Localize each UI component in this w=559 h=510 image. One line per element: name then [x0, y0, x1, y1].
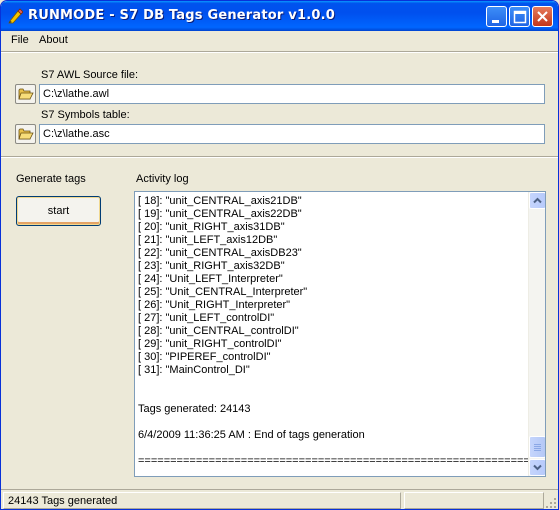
- generate-tags-label: Generate tags: [16, 173, 86, 185]
- minimize-button[interactable]: [486, 6, 507, 27]
- log-line: [ 29]: "unit_RIGHT_controlDI": [138, 338, 282, 350]
- log-line: [ 23]: "unit_RIGHT_axis32DB": [138, 260, 285, 272]
- awl-source-label: S7 AWL Source file:: [41, 69, 139, 81]
- log-line: [ 20]: "unit_RIGHT_axis31DB": [138, 221, 285, 233]
- resize-grip-icon[interactable]: [545, 497, 557, 509]
- log-line: [ 19]: "unit_CENTRAL_axis22DB": [138, 208, 302, 220]
- symbols-table-label: S7 Symbols table:: [41, 109, 130, 121]
- maximize-button[interactable]: [509, 6, 530, 27]
- scroll-up-button[interactable]: [529, 192, 545, 209]
- status-text: 24143 Tags generated: [3, 492, 401, 509]
- app-window: RUNMODE - S7 DB Tags Generator v1.0.0 Fi…: [0, 0, 559, 510]
- title-bar[interactable]: RUNMODE - S7 DB Tags Generator v1.0.0: [1, 1, 558, 31]
- window-title: RUNMODE - S7 DB Tags Generator v1.0.0: [28, 8, 335, 23]
- log-line: [ 22]: "unit_CENTRAL_axisDB23": [138, 247, 302, 259]
- close-button[interactable]: [532, 6, 553, 27]
- maximize-icon: [513, 10, 527, 24]
- menu-about[interactable]: About: [39, 34, 68, 46]
- log-line: ========================================…: [138, 455, 537, 467]
- log-scrollbar[interactable]: [528, 192, 545, 476]
- status-bar: 24143 Tags generated: [1, 489, 558, 509]
- symbols-table-input[interactable]: C:\z\lathe.asc: [39, 124, 545, 144]
- scroll-down-button[interactable]: [529, 459, 545, 476]
- log-line: [ 28]: "unit_CENTRAL_controlDI": [138, 325, 299, 337]
- menu-bar: File About: [1, 31, 558, 51]
- log-line: [ 31]: "MainControl_DI": [138, 364, 250, 376]
- log-line: [ 24]: "Unit_LEFT_Interpreter": [138, 273, 283, 285]
- log-line: [ 25]: "Unit_CENTRAL_Interpreter": [138, 286, 308, 298]
- log-line: [ 30]: "PIPEREF_controlDI": [138, 351, 271, 363]
- log-line: [ 18]: "unit_CENTRAL_axis21DB": [138, 195, 302, 207]
- log-lines: [ 18]: "unit_CENTRAL_axis21DB"[ 19]: "un…: [138, 195, 537, 468]
- browse-symbols-button[interactable]: [15, 124, 36, 144]
- log-line: 6/4/2009 11:36:25 AM : End of tags gener…: [138, 429, 365, 441]
- browse-awl-button[interactable]: [15, 84, 36, 104]
- chevron-down-icon: [533, 464, 542, 471]
- minimize-icon: [492, 20, 499, 23]
- log-line: Tags generated: 24143: [138, 403, 251, 415]
- status-panel-empty: [404, 492, 544, 509]
- log-line: [ 21]: "unit_LEFT_axis12DB": [138, 234, 278, 246]
- folder-open-icon: [18, 88, 34, 100]
- menu-divider: [1, 51, 558, 53]
- start-button[interactable]: start: [16, 196, 101, 226]
- log-line: [ 27]: "unit_LEFT_controlDI": [138, 312, 275, 324]
- chevron-up-icon: [533, 197, 542, 204]
- folder-open-icon: [18, 128, 34, 140]
- scroll-thumb[interactable]: [529, 436, 545, 458]
- activity-log-label: Activity log: [136, 173, 189, 185]
- section-divider: [1, 156, 558, 158]
- close-icon: [537, 11, 548, 22]
- log-line: [ 26]: "Unit_RIGHT_Interpreter": [138, 299, 291, 311]
- activity-log[interactable]: [ 18]: "unit_CENTRAL_axis21DB"[ 19]: "un…: [134, 191, 546, 477]
- menu-file[interactable]: File: [11, 34, 29, 46]
- awl-source-input[interactable]: C:\z\lathe.awl: [39, 84, 545, 104]
- pencil-icon: [8, 8, 23, 24]
